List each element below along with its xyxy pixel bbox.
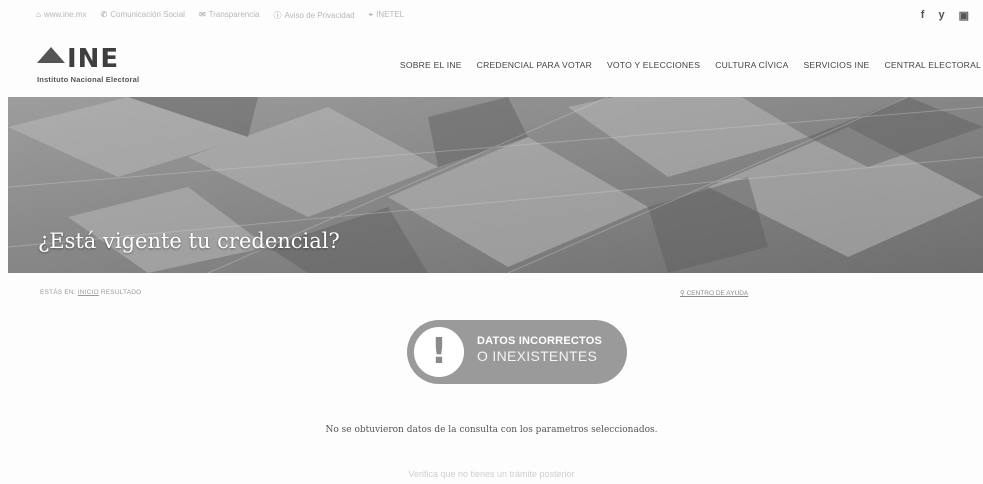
utility-link-aviso[interactable]: ⓘ Aviso de Privacidad <box>273 10 354 21</box>
nav-item-credencial[interactable]: CREDENCIAL PARA VOTAR <box>477 60 592 70</box>
page-title: ¿Está vigente tu credencial? <box>38 229 340 253</box>
phone-icon: ✆ <box>100 10 108 19</box>
result-submessage: Verifica que no tienes un trámite poster… <box>408 469 575 479</box>
hero-banner: ¿Está vigente tu credencial? <box>8 97 983 273</box>
map-icon: ⌖ <box>368 10 374 19</box>
breadcrumb: ESTÁS EN: INICIO RESULTADO <box>40 289 141 296</box>
error-badge: ! DATOS INCORRECTOS O INEXISTENTES <box>407 320 627 384</box>
social-links: f y ▣ <box>921 9 969 22</box>
exclamation-icon: ! <box>409 322 469 382</box>
nav-item-voto-elecciones[interactable]: VOTO Y ELECCIONES <box>607 60 700 70</box>
breadcrumb-home[interactable]: INICIO <box>78 289 99 296</box>
utility-link-comunicacion[interactable]: ✆ Comunicación Social <box>101 10 185 21</box>
site-header: INE Instituto Nacional Electoral SOBRE E… <box>0 34 983 96</box>
nav-item-central-electoral[interactable]: CENTRAL ELECTORAL <box>884 60 981 70</box>
logo-triangle-icon <box>37 47 65 63</box>
main-nav: SOBRE EL INE CREDENCIAL PARA VOTAR VOTO … <box>400 60 981 70</box>
breadcrumb-prefix: ESTÁS EN: <box>40 289 76 296</box>
youtube-icon[interactable]: ▣ <box>959 9 969 22</box>
utility-links: ⌂ www.ine.mx ✆ Comunicación Social ✉ Transp… <box>36 10 404 21</box>
home-icon: ⌂ <box>36 10 41 19</box>
result-message: No se obtuvieron datos de la consulta co… <box>325 425 658 435</box>
top-utility-bar: ⌂ www.ine.mx ✆ Comunicación Social ✉ Transp… <box>0 0 983 34</box>
nav-item-sobre-el-ine[interactable]: SOBRE EL INE <box>400 60 462 70</box>
logo-mark: INE <box>37 44 119 74</box>
pin-icon: ⚲ <box>680 290 687 297</box>
breadcrumb-current: RESULTADO <box>100 289 142 296</box>
info-icon: ⓘ <box>273 11 282 20</box>
error-title: DATOS INCORRECTOS <box>477 335 603 347</box>
nav-item-servicios-ine[interactable]: SERVICIOS INE <box>804 60 870 70</box>
utility-link-transparencia[interactable]: ✉ Transparencia <box>199 10 260 21</box>
utility-link-home[interactable]: ⌂ www.ine.mx <box>36 10 87 21</box>
mail-icon: ✉ <box>198 10 206 19</box>
error-subtitle: O INEXISTENTES <box>477 348 598 364</box>
twitter-icon[interactable]: y <box>938 9 944 22</box>
logo-subtitle: Instituto Nacional Electoral <box>37 75 140 84</box>
facebook-icon[interactable]: f <box>921 9 925 22</box>
ine-logo[interactable]: INE Instituto Nacional Electoral <box>37 40 187 90</box>
utility-link-inetel[interactable]: ⌖ INETEL <box>369 10 405 21</box>
help-center-link[interactable]: ⚲ CENTRO DE AYUDA <box>680 289 748 297</box>
nav-item-cultura-civica[interactable]: CULTURA CÍVICA <box>715 60 788 70</box>
